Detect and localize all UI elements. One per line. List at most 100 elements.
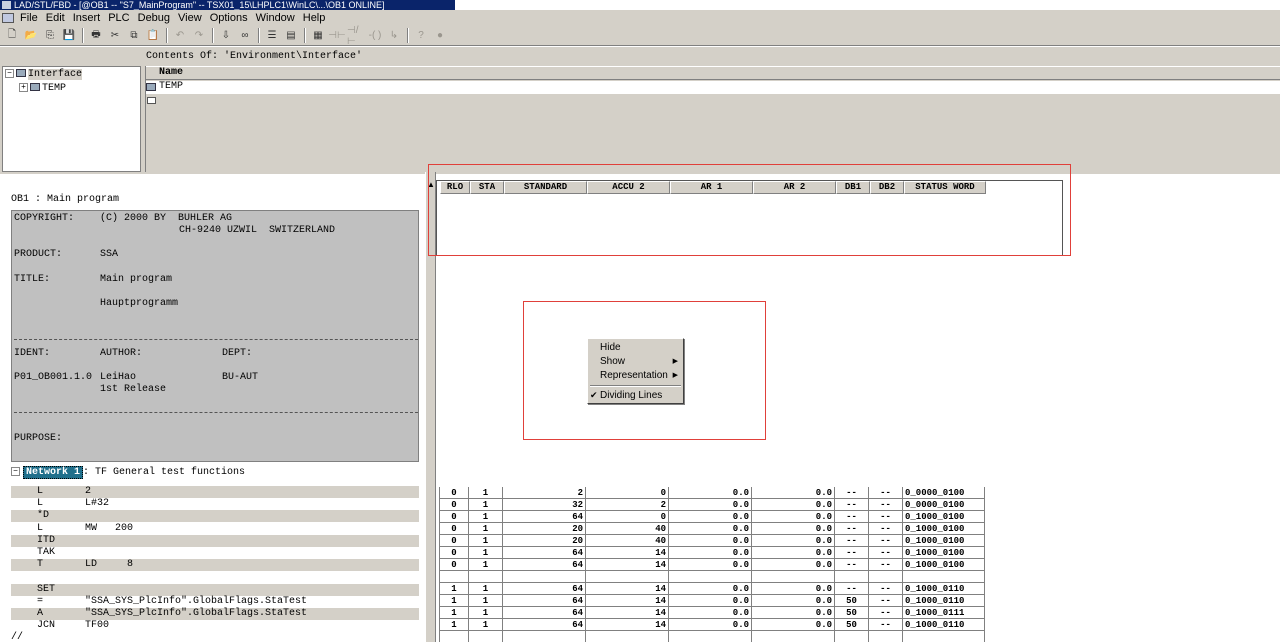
register-cell: 0.0 — [752, 499, 835, 511]
menu-options[interactable]: Options — [210, 12, 248, 24]
save-icon[interactable]: 💾 — [60, 28, 78, 44]
tree-item-label: Interface — [28, 69, 83, 80]
tree-item-interface[interactable]: − Interface — [5, 68, 83, 81]
print-icon[interactable]: 🖶 — [87, 28, 105, 44]
register-cell: -- — [835, 499, 869, 511]
cut-icon[interactable]: ✂ — [106, 28, 124, 44]
code-editor[interactable]: OB1 : Main program COPYRIGHT: (C) 2000 B… — [0, 172, 425, 642]
register-cell: 0 — [439, 499, 469, 511]
contact-nc-icon[interactable]: ⊣/⊢ — [347, 25, 365, 47]
register-cell: 0.0 — [752, 511, 835, 523]
stl-operand: "SSA_SYS_PlcInfo".GlobalFlags.StaTest — [85, 595, 308, 607]
register-cell: 50 — [835, 619, 869, 631]
stl-line[interactable]: SET — [11, 583, 419, 596]
register-cell: 0.0 — [669, 523, 752, 535]
document-system-icon[interactable] — [2, 13, 14, 23]
register-row — [439, 631, 985, 642]
menu-separator — [590, 385, 681, 387]
paste-icon[interactable]: 📋 — [144, 28, 162, 44]
menu-item-show[interactable]: Show — [600, 356, 625, 367]
coil-icon[interactable]: -( ) — [366, 28, 384, 44]
program-elements-icon[interactable]: ▤ — [282, 28, 300, 44]
stl-operation: L — [37, 522, 44, 534]
help-icon[interactable]: ? — [412, 28, 430, 44]
breakpoint-icon[interactable]: ● — [431, 28, 449, 44]
menu-view[interactable]: View — [178, 12, 202, 24]
stl-line[interactable]: TAK — [11, 547, 419, 559]
network-header[interactable]: − Network 1: TF General test functions — [11, 466, 245, 479]
open-icon[interactable]: 📂 — [22, 28, 40, 44]
product-value: SSA — [100, 249, 119, 260]
contact-no-icon[interactable]: ⊣⊢ — [328, 28, 346, 44]
collapse-icon[interactable]: − — [5, 68, 14, 78]
register-cell: 0.0 — [669, 547, 752, 559]
branch-icon[interactable]: ↳ — [385, 28, 403, 44]
register-cell: 0.0 — [752, 619, 835, 631]
expand-icon[interactable]: + — [19, 82, 28, 92]
menu-edit[interactable]: Edit — [46, 12, 65, 24]
menu-file[interactable]: File — [20, 12, 38, 24]
stl-line[interactable]: JCN TF00 — [11, 620, 419, 632]
register-row: 0 1 20 40 0.0 0.0 -- -- 0_1000_0100 — [439, 535, 985, 547]
monitor-icon[interactable]: ∞ — [236, 28, 254, 44]
register-cell: 0_1000_0111 — [903, 607, 985, 619]
register-cell: 1 — [469, 619, 503, 631]
context-menu: Hide Show ▶ Representation ▶ ✔ Dividing … — [587, 338, 684, 404]
stl-line[interactable]: = "SSA_SYS_PlcInfo".GlobalFlags.StaTest — [11, 596, 419, 608]
register-cell: 20 — [503, 523, 586, 535]
details-row-temp[interactable]: TEMP — [146, 81, 1280, 94]
copy-icon[interactable]: ⧉ — [125, 28, 143, 44]
stl-operation: L — [37, 486, 44, 497]
stl-operand: L#32 — [85, 498, 110, 510]
stl-line[interactable]: ITD — [11, 534, 419, 547]
register-row: 0 1 64 14 0.0 0.0 -- -- 0_1000_0100 — [439, 559, 985, 571]
register-cell: 64 — [503, 619, 586, 631]
tree-item-temp[interactable]: + TEMP — [19, 82, 66, 95]
menu-window[interactable]: Window — [256, 12, 295, 24]
collapse-icon[interactable]: − — [11, 466, 20, 476]
checkmark-icon: ✔ — [590, 390, 598, 400]
new-row-icon[interactable] — [147, 97, 156, 104]
menu-item-dividing-lines[interactable]: Dividing Lines — [600, 390, 662, 401]
toolbar: 🗋 📂 ⎘ 💾 🖶 ✂ ⧉ 📋 ↶ ↷ ⇩ ∞ ☰ ▤ ▦ ⊣⊢ ⊣/⊢ -( ) ↳? ● — [0, 25, 1280, 47]
menu-help[interactable]: Help — [303, 12, 326, 24]
accessible-nodes-icon[interactable]: ⎘ — [41, 28, 59, 44]
menu-debug[interactable]: Debug — [138, 12, 170, 24]
register-cell — [586, 571, 669, 583]
menu-item-hide[interactable]: Hide — [600, 342, 621, 353]
register-cell: 0.0 — [669, 487, 752, 499]
register-cell: 20 — [503, 535, 586, 547]
purpose-label: PURPOSE: — [14, 433, 63, 444]
stl-operand: TF00 — [85, 620, 110, 632]
column-header-name[interactable]: Name — [146, 66, 1280, 80]
stl-line[interactable]: *D — [11, 510, 419, 523]
register-cell — [669, 631, 752, 642]
menu-plc[interactable]: PLC — [108, 12, 129, 24]
interface-panel: Contents Of: 'Environment\Interface' − In… — [0, 47, 1280, 172]
interface-tree: − Interface + TEMP — [2, 66, 141, 172]
register-cell: 50 — [835, 595, 869, 607]
stl-line[interactable]: L2 — [11, 486, 419, 498]
redo-icon[interactable]: ↷ — [190, 28, 208, 44]
undo-icon[interactable]: ↶ — [171, 28, 189, 44]
load-icon[interactable]: ⇩ — [217, 28, 235, 44]
block-comment[interactable]: COPYRIGHT: (C) 2000 BY BUHLER AG CH-9240… — [11, 210, 419, 462]
stl-line[interactable]: A "SSA_SYS_PlcInfo".GlobalFlags.StaTest — [11, 608, 419, 620]
stl-line[interactable]: // — [11, 632, 419, 642]
register-cell: 0_1000_0110 — [903, 595, 985, 607]
stl-line[interactable]: L MW 200 — [11, 523, 419, 535]
stl-line[interactable]: T LD 8 — [11, 559, 419, 572]
interface-details: Name TEMP — [145, 66, 1280, 172]
overview-icon[interactable]: ☰ — [263, 28, 281, 44]
menu-insert[interactable]: Insert — [73, 12, 101, 24]
register-cell: -- — [869, 607, 903, 619]
stl-line[interactable]: L L#32 — [11, 498, 419, 510]
register-cell: -- — [869, 559, 903, 571]
network-badge[interactable]: Network 1 — [23, 466, 84, 479]
submenu-arrow-icon: ▶ — [672, 372, 678, 379]
details-icon[interactable]: ▦ — [309, 28, 327, 44]
menu-item-representation[interactable]: Representation — [600, 370, 668, 381]
stl-operation: A — [37, 608, 44, 619]
stl-line[interactable] — [11, 571, 419, 583]
new-icon[interactable]: 🗋 — [3, 28, 21, 44]
